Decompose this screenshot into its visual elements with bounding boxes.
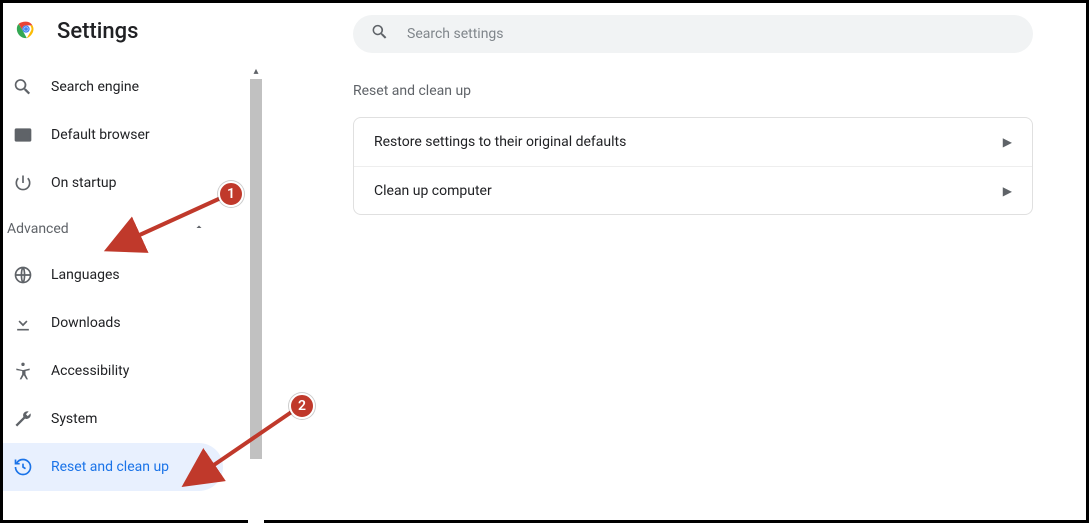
sidebar-section-advanced[interactable]: Advanced	[3, 207, 223, 251]
power-icon	[13, 173, 33, 193]
row-clean-up-computer[interactable]: Clean up computer ▶	[354, 166, 1032, 214]
page-title: Settings	[57, 19, 138, 44]
globe-icon	[13, 265, 33, 285]
search-settings-input[interactable]: Search settings	[353, 15, 1033, 53]
settings-card: Restore settings to their original defau…	[353, 117, 1033, 215]
row-label: Restore settings to their original defau…	[374, 134, 626, 150]
search-icon	[371, 23, 407, 45]
sidebar-item-system[interactable]: System	[3, 395, 223, 443]
sidebar-item-on-startup[interactable]: On startup	[3, 159, 223, 207]
sidebar-item-label: Accessibility	[51, 363, 129, 379]
annotation-badge-2: 2	[289, 393, 315, 419]
sidebar-item-downloads[interactable]: Downloads	[3, 299, 223, 347]
chevron-right-icon: ▶	[1003, 135, 1012, 149]
scroll-up-icon[interactable]: ▴	[248, 63, 264, 79]
chevron-right-icon: ▶	[1003, 184, 1012, 198]
sidebar-item-label: Default browser	[51, 127, 150, 143]
sidebar-item-label: Downloads	[51, 315, 121, 331]
sidebar-item-accessibility[interactable]: Accessibility	[3, 347, 223, 395]
sidebar-item-label: Reset and clean up	[51, 459, 169, 475]
accessibility-icon	[13, 361, 33, 381]
sidebar-item-label: Languages	[51, 267, 120, 283]
restore-icon	[13, 457, 33, 477]
row-label: Clean up computer	[374, 183, 492, 199]
download-icon	[13, 313, 33, 333]
sidebar-section-label: Advanced	[7, 221, 69, 237]
section-title: Reset and clean up	[353, 83, 1033, 99]
sidebar-scrollbar[interactable]: ▴	[248, 63, 264, 523]
sidebar-item-label: Search engine	[51, 79, 139, 95]
scrollbar-thumb[interactable]	[250, 79, 262, 459]
search-icon	[13, 77, 33, 97]
search-placeholder: Search settings	[407, 26, 504, 42]
wrench-icon	[13, 409, 33, 429]
sidebar-item-label: On startup	[51, 175, 117, 191]
sidebar: Search engine Default browser On startup…	[3, 63, 248, 523]
sidebar-item-languages[interactable]: Languages	[3, 251, 223, 299]
sidebar-item-reset-cleanup[interactable]: Reset and clean up	[3, 443, 223, 491]
main-content: Reset and clean up Restore settings to t…	[353, 83, 1033, 215]
sidebar-item-label: System	[51, 411, 97, 427]
chevron-up-icon	[193, 221, 205, 237]
browser-icon	[13, 125, 33, 145]
chrome-logo-icon	[15, 18, 37, 44]
sidebar-item-search-engine[interactable]: Search engine	[3, 63, 223, 111]
sidebar-item-default-browser[interactable]: Default browser	[3, 111, 223, 159]
row-restore-defaults[interactable]: Restore settings to their original defau…	[354, 118, 1032, 166]
